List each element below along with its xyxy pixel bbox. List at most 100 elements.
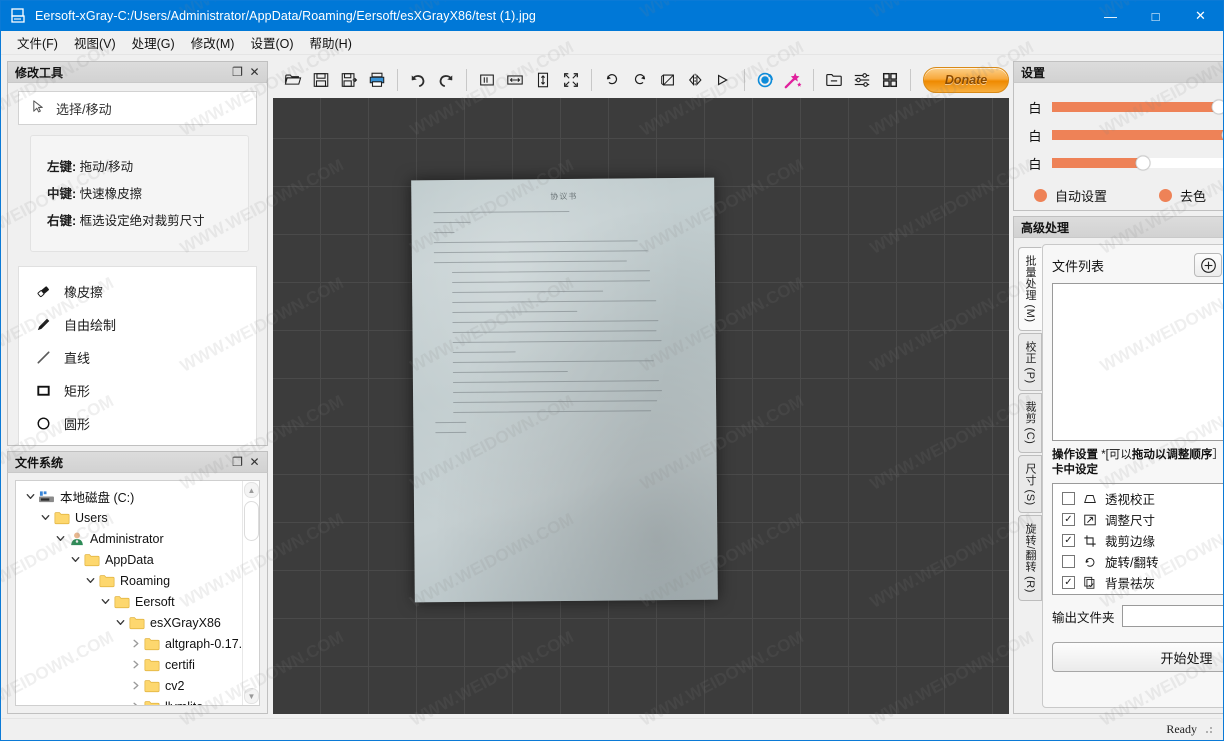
tool-row-eraser[interactable]: 橡皮擦 (19, 275, 256, 308)
start-processing-button[interactable]: 开始处理 (1052, 642, 1223, 672)
chevron-right-icon[interactable] (127, 657, 143, 673)
resize-icon (1082, 512, 1098, 528)
chevron-down-icon[interactable] (67, 552, 83, 568)
desaturate-radio[interactable] (1159, 189, 1173, 202)
adjust-sliders-icon[interactable] (849, 66, 875, 94)
flip-horizontal-icon[interactable] (683, 66, 709, 94)
close-icon[interactable]: ✕ (246, 454, 263, 471)
save-as-icon[interactable] (336, 66, 362, 94)
menu-modify[interactable]: 修改(M) (183, 30, 243, 55)
menu-view[interactable]: 视图(V) (66, 30, 124, 55)
chevron-down-icon[interactable] (82, 573, 98, 589)
slider-knob[interactable] (1135, 155, 1151, 171)
reset-icon[interactable] (752, 66, 778, 94)
tab-crop[interactable]: 裁剪 (C) (1018, 393, 1042, 453)
rotate-right-icon[interactable] (627, 66, 653, 94)
float-icon[interactable]: ❐ (229, 454, 246, 471)
add-files-button[interactable] (1194, 253, 1222, 277)
rotate-left-icon[interactable] (599, 66, 625, 94)
tree-node[interactable]: altgraph-0.17.2.dist... (19, 633, 242, 654)
magic-wand-icon[interactable] (780, 66, 806, 94)
operation-checkbox[interactable]: ✓ (1062, 534, 1075, 547)
tool-row-circle[interactable]: 圆形 (19, 407, 256, 440)
scroll-up-icon[interactable]: ▲ (244, 482, 259, 498)
batch-folder-icon[interactable] (821, 66, 847, 94)
operation-row[interactable]: ✓ 调整尺寸 (1053, 509, 1223, 530)
print-icon[interactable] (364, 66, 390, 94)
operation-row[interactable]: ✓ 裁剪边缘 (1053, 530, 1223, 551)
menu-file[interactable]: 文件(F) (9, 30, 66, 55)
image-canvas[interactable]: 协议书 (273, 98, 1009, 714)
output-folder-input[interactable] (1121, 605, 1223, 627)
flip-vertical-icon[interactable] (711, 66, 737, 94)
black-point-slider[interactable] (1052, 155, 1223, 171)
close-icon[interactable]: ✕ (246, 64, 263, 81)
scroll-down-icon[interactable]: ▼ (244, 688, 259, 704)
thumbnails-icon[interactable] (877, 66, 903, 94)
menu-settings[interactable]: 设置(O) (242, 30, 301, 55)
operation-row[interactable]: 透视校正 (1053, 488, 1223, 509)
chevron-right-icon[interactable] (127, 678, 143, 694)
settings-titlebar: 设置 ❐ ✕ (1013, 61, 1223, 82)
menu-process[interactable]: 处理(G) (124, 30, 183, 55)
chevron-down-icon[interactable] (97, 594, 113, 610)
tab-batch[interactable]: 批量处理 (M) (1018, 247, 1042, 331)
scrollbar-thumb[interactable] (244, 501, 259, 541)
tree-node[interactable]: esXGrayX86 (19, 612, 242, 633)
tool-row-text[interactable]: T文本 (19, 440, 256, 445)
tree-node[interactable]: AppData (19, 549, 242, 570)
chevron-right-icon[interactable] (127, 699, 143, 705)
file-list-box[interactable] (1052, 283, 1223, 441)
scanned-document-image[interactable]: 协议书 (411, 177, 718, 603)
tool-row-pencil[interactable]: 自由绘制 (19, 308, 256, 341)
menu-help[interactable]: 帮助(H) (302, 30, 360, 55)
minimize-button[interactable]: — (1088, 1, 1133, 31)
close-button[interactable]: ✕ (1178, 1, 1223, 31)
fit-actual-size-icon[interactable] (474, 66, 500, 94)
fit-page-icon[interactable] (558, 66, 584, 94)
chevron-right-icon[interactable] (127, 636, 143, 652)
undo-icon[interactable] (405, 66, 431, 94)
mid-point-slider[interactable] (1052, 127, 1223, 143)
tab-rotate[interactable]: 旋转/翻转 (R) (1018, 515, 1042, 602)
tree-node[interactable]: Eersoft (19, 591, 242, 612)
slider-knob[interactable] (1211, 99, 1223, 115)
white-point-slider[interactable] (1052, 99, 1223, 115)
tree-node[interactable]: certifi (19, 654, 242, 675)
tab-size[interactable]: 尺寸 (S) (1018, 454, 1042, 514)
resize-grip-icon[interactable] (1203, 723, 1214, 735)
toolbar-separator (910, 68, 911, 91)
chevron-down-icon[interactable] (22, 489, 38, 505)
chevron-down-icon[interactable] (52, 531, 68, 547)
tree-node[interactable]: 本地磁盘 (C:) (19, 486, 242, 507)
operation-row[interactable]: 旋转/翻转 (1053, 551, 1223, 572)
fit-height-icon[interactable] (530, 66, 556, 94)
operation-checkbox[interactable]: ✓ (1062, 576, 1075, 589)
donate-button[interactable]: Donate (923, 66, 1009, 93)
tree-vertical-scrollbar[interactable]: ▲ ▼ (242, 481, 259, 705)
operation-checkbox[interactable] (1062, 555, 1075, 568)
modify-tools-titlebar: 修改工具 ❐ ✕ (7, 61, 268, 82)
tree-node[interactable]: Users (19, 507, 242, 528)
operation-checkbox[interactable] (1062, 492, 1075, 505)
tree-node[interactable]: cv2 (19, 675, 242, 696)
fit-width-icon[interactable] (502, 66, 528, 94)
tree-node[interactable]: Administrator (19, 528, 242, 549)
operation-row[interactable]: ✓ 背景祛灰 (1053, 572, 1223, 593)
tab-correct[interactable]: 校正 (P) (1018, 332, 1042, 392)
tool-row-rectangle[interactable]: 矩形 (19, 374, 256, 407)
float-icon[interactable]: ❐ (229, 64, 246, 81)
select-move-tool[interactable]: 选择/移动 (18, 91, 257, 125)
auto-setting-radio[interactable] (1034, 189, 1047, 202)
tree-node[interactable]: Roaming (19, 570, 242, 591)
operation-checkbox[interactable]: ✓ (1062, 513, 1075, 526)
chevron-down-icon[interactable] (37, 510, 53, 526)
save-icon[interactable] (308, 66, 334, 94)
redo-icon[interactable] (433, 66, 459, 94)
perspective-icon[interactable] (655, 66, 681, 94)
tool-row-line[interactable]: 直线 (19, 341, 256, 374)
maximize-button[interactable]: □ (1133, 1, 1178, 31)
chevron-down-icon[interactable] (112, 615, 128, 631)
tree-node[interactable]: llvmlite (19, 696, 242, 705)
open-file-icon[interactable] (280, 66, 306, 94)
